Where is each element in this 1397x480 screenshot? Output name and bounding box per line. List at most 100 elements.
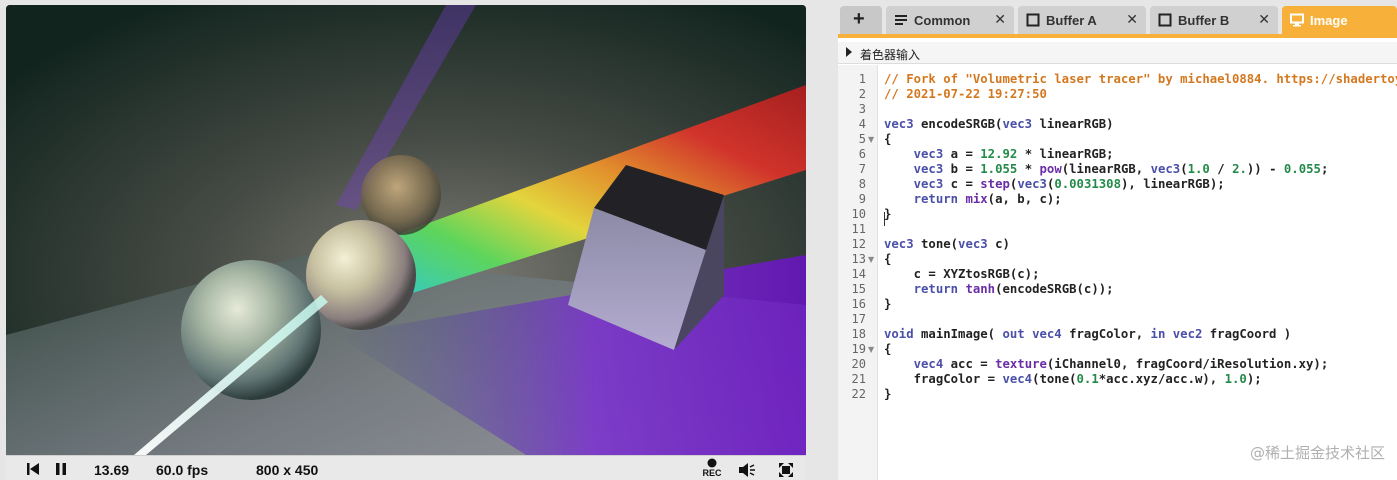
code-token: } <box>884 297 892 311</box>
code-line[interactable]: } <box>884 297 1397 312</box>
code-line[interactable]: // Fork of "Volumetric laser tracer" by … <box>884 72 1397 87</box>
line-number: 18 <box>851 327 866 341</box>
tab-buffer-a[interactable]: Buffer A ✕ <box>1018 6 1146 34</box>
code-line[interactable]: return tanh(encodeSRGB(c)); <box>884 282 1397 297</box>
code-line[interactable]: vec3 tone(vec3 c) <box>884 237 1397 252</box>
code-token: * linearRGB; <box>1017 147 1114 161</box>
code-token: { <box>884 342 892 356</box>
code-area[interactable]: 1 2 3 4 5 ▼ 6 7 8 9 10 11 12 13 ▼ 14 15 16 17 18 19 ▼ 20 21 22 /… <box>838 65 1397 480</box>
code-line[interactable]: vec3 a = 12.92 * linearRGB; <box>884 147 1397 162</box>
line-number: 7 <box>858 162 866 176</box>
code-line[interactable]: return mix(a, b, c); <box>884 192 1397 207</box>
code-line[interactable]: void mainImage( out vec4 fragColor, in v… <box>884 327 1397 342</box>
line-number: 15 <box>851 282 866 296</box>
code-line[interactable]: } <box>884 387 1397 402</box>
code-token: ( <box>1180 162 1188 176</box>
code-token: *acc.xyz/acc.w), <box>1098 372 1225 386</box>
shader-inputs-toggle[interactable]: 着色器输入 <box>838 42 1397 64</box>
code-line[interactable]: vec4 acc = texture(iChannel0, fragCoord/… <box>884 357 1397 372</box>
code-token: out vec4 <box>1002 327 1062 341</box>
line-number: 1 <box>858 72 866 86</box>
line-number: 2 <box>858 87 866 101</box>
code-token: vec3 <box>958 237 988 251</box>
code-token: (tone( <box>1032 372 1077 386</box>
tab-buffer-b[interactable]: Buffer B ✕ <box>1150 6 1278 34</box>
tab-label: Buffer A <box>1046 13 1097 28</box>
close-icon[interactable]: ✕ <box>1126 11 1138 28</box>
rewind-icon[interactable] <box>26 462 40 476</box>
tab-image[interactable]: Image <box>1282 6 1397 34</box>
code-token: } <box>884 387 892 401</box>
code-content[interactable]: // Fork of "Volumetric laser tracer" by … <box>884 72 1397 402</box>
code-token: // Fork of "Volumetric laser tracer" by … <box>884 72 1397 86</box>
code-token: fragColor = <box>884 372 1003 386</box>
shader-render-canvas[interactable] <box>6 5 806 455</box>
code-token: 1.0 <box>1224 372 1247 386</box>
code-line[interactable] <box>884 222 1397 237</box>
code-line[interactable]: { <box>884 132 1397 147</box>
code-line[interactable]: c = XYZtosRGB(c); <box>884 267 1397 282</box>
code-line[interactable]: vec3 c = step(vec3(0.0031308), linearRGB… <box>884 177 1397 192</box>
code-token: )) - <box>1246 162 1284 176</box>
code-token: pow <box>1039 162 1062 176</box>
fold-arrow-icon[interactable]: ▼ <box>868 132 874 147</box>
code-token: * <box>1017 162 1040 176</box>
code-line[interactable] <box>884 312 1397 327</box>
player-controls: 13.69 60.0 fps 800 x 450 REC <box>6 455 806 480</box>
buffer-square-icon <box>1158 13 1172 27</box>
shader-inputs-label: 着色器输入 <box>860 48 921 62</box>
line-number: 4 <box>858 117 866 131</box>
shader-preview-panel: 13.69 60.0 fps 800 x 450 REC <box>6 5 806 480</box>
code-token: ); <box>1246 372 1262 386</box>
expand-arrow-icon <box>846 47 852 57</box>
close-icon[interactable]: ✕ <box>994 11 1006 28</box>
code-token: tone( <box>913 237 959 251</box>
code-token: mainImage( <box>913 327 1003 341</box>
code-token: 0.0031308 <box>1054 177 1121 191</box>
code-token: (a, b, c); <box>987 192 1062 206</box>
code-line[interactable] <box>884 102 1397 117</box>
tab-label: Common <box>914 13 971 28</box>
code-line[interactable]: vec3 b = 1.055 * pow(linearRGB, vec3(1.0… <box>884 162 1397 177</box>
code-token: fragCoord ) <box>1202 327 1292 341</box>
line-number: 14 <box>851 267 866 281</box>
code-line[interactable]: fragColor = vec4(tone(0.1*acc.xyz/acc.w)… <box>884 372 1397 387</box>
code-token: } <box>884 207 892 221</box>
code-token: (iChannel0, fragCoord/iResolution.xy); <box>1046 357 1329 371</box>
record-dot-icon <box>707 458 717 468</box>
close-icon[interactable]: ✕ <box>1258 11 1270 28</box>
code-token: vec3 <box>1017 177 1047 191</box>
code-token: linearRGB) <box>1032 117 1114 131</box>
line-number: 5 <box>858 132 866 146</box>
code-token: vec3 <box>884 117 914 131</box>
volume-icon[interactable] <box>738 462 756 478</box>
line-number: 12 <box>851 237 866 251</box>
code-token: { <box>884 252 892 266</box>
code-token: tanh <box>965 282 996 296</box>
fold-arrow-icon[interactable]: ▼ <box>868 342 874 357</box>
record-button[interactable]: REC <box>700 458 724 480</box>
fold-arrow-icon[interactable]: ▼ <box>868 252 874 267</box>
code-line[interactable]: { <box>884 252 1397 267</box>
line-number: 8 <box>858 177 866 191</box>
add-tab-button[interactable]: + <box>840 6 882 34</box>
code-line[interactable]: } <box>884 207 1397 222</box>
code-token: return <box>913 282 959 296</box>
tab-common[interactable]: Common ✕ <box>886 6 1014 34</box>
tab-label: Image <box>1310 13 1348 28</box>
code-token: 0.055 <box>1283 162 1321 176</box>
code-token: in vec2 <box>1150 327 1203 341</box>
code-token: vec4 <box>913 357 944 371</box>
code-line[interactable]: // 2021-07-22 19:27:50 <box>884 87 1397 102</box>
pause-icon[interactable] <box>54 462 68 476</box>
code-token: vec3 <box>913 162 944 176</box>
code-line[interactable]: vec3 encodeSRGB(vec3 linearRGB) <box>884 117 1397 132</box>
fullscreen-icon[interactable] <box>778 462 794 478</box>
code-line[interactable]: { <box>884 342 1397 357</box>
code-token: 0.1 <box>1076 372 1099 386</box>
code-token: 1.055 <box>980 162 1018 176</box>
code-token: void <box>884 327 914 341</box>
